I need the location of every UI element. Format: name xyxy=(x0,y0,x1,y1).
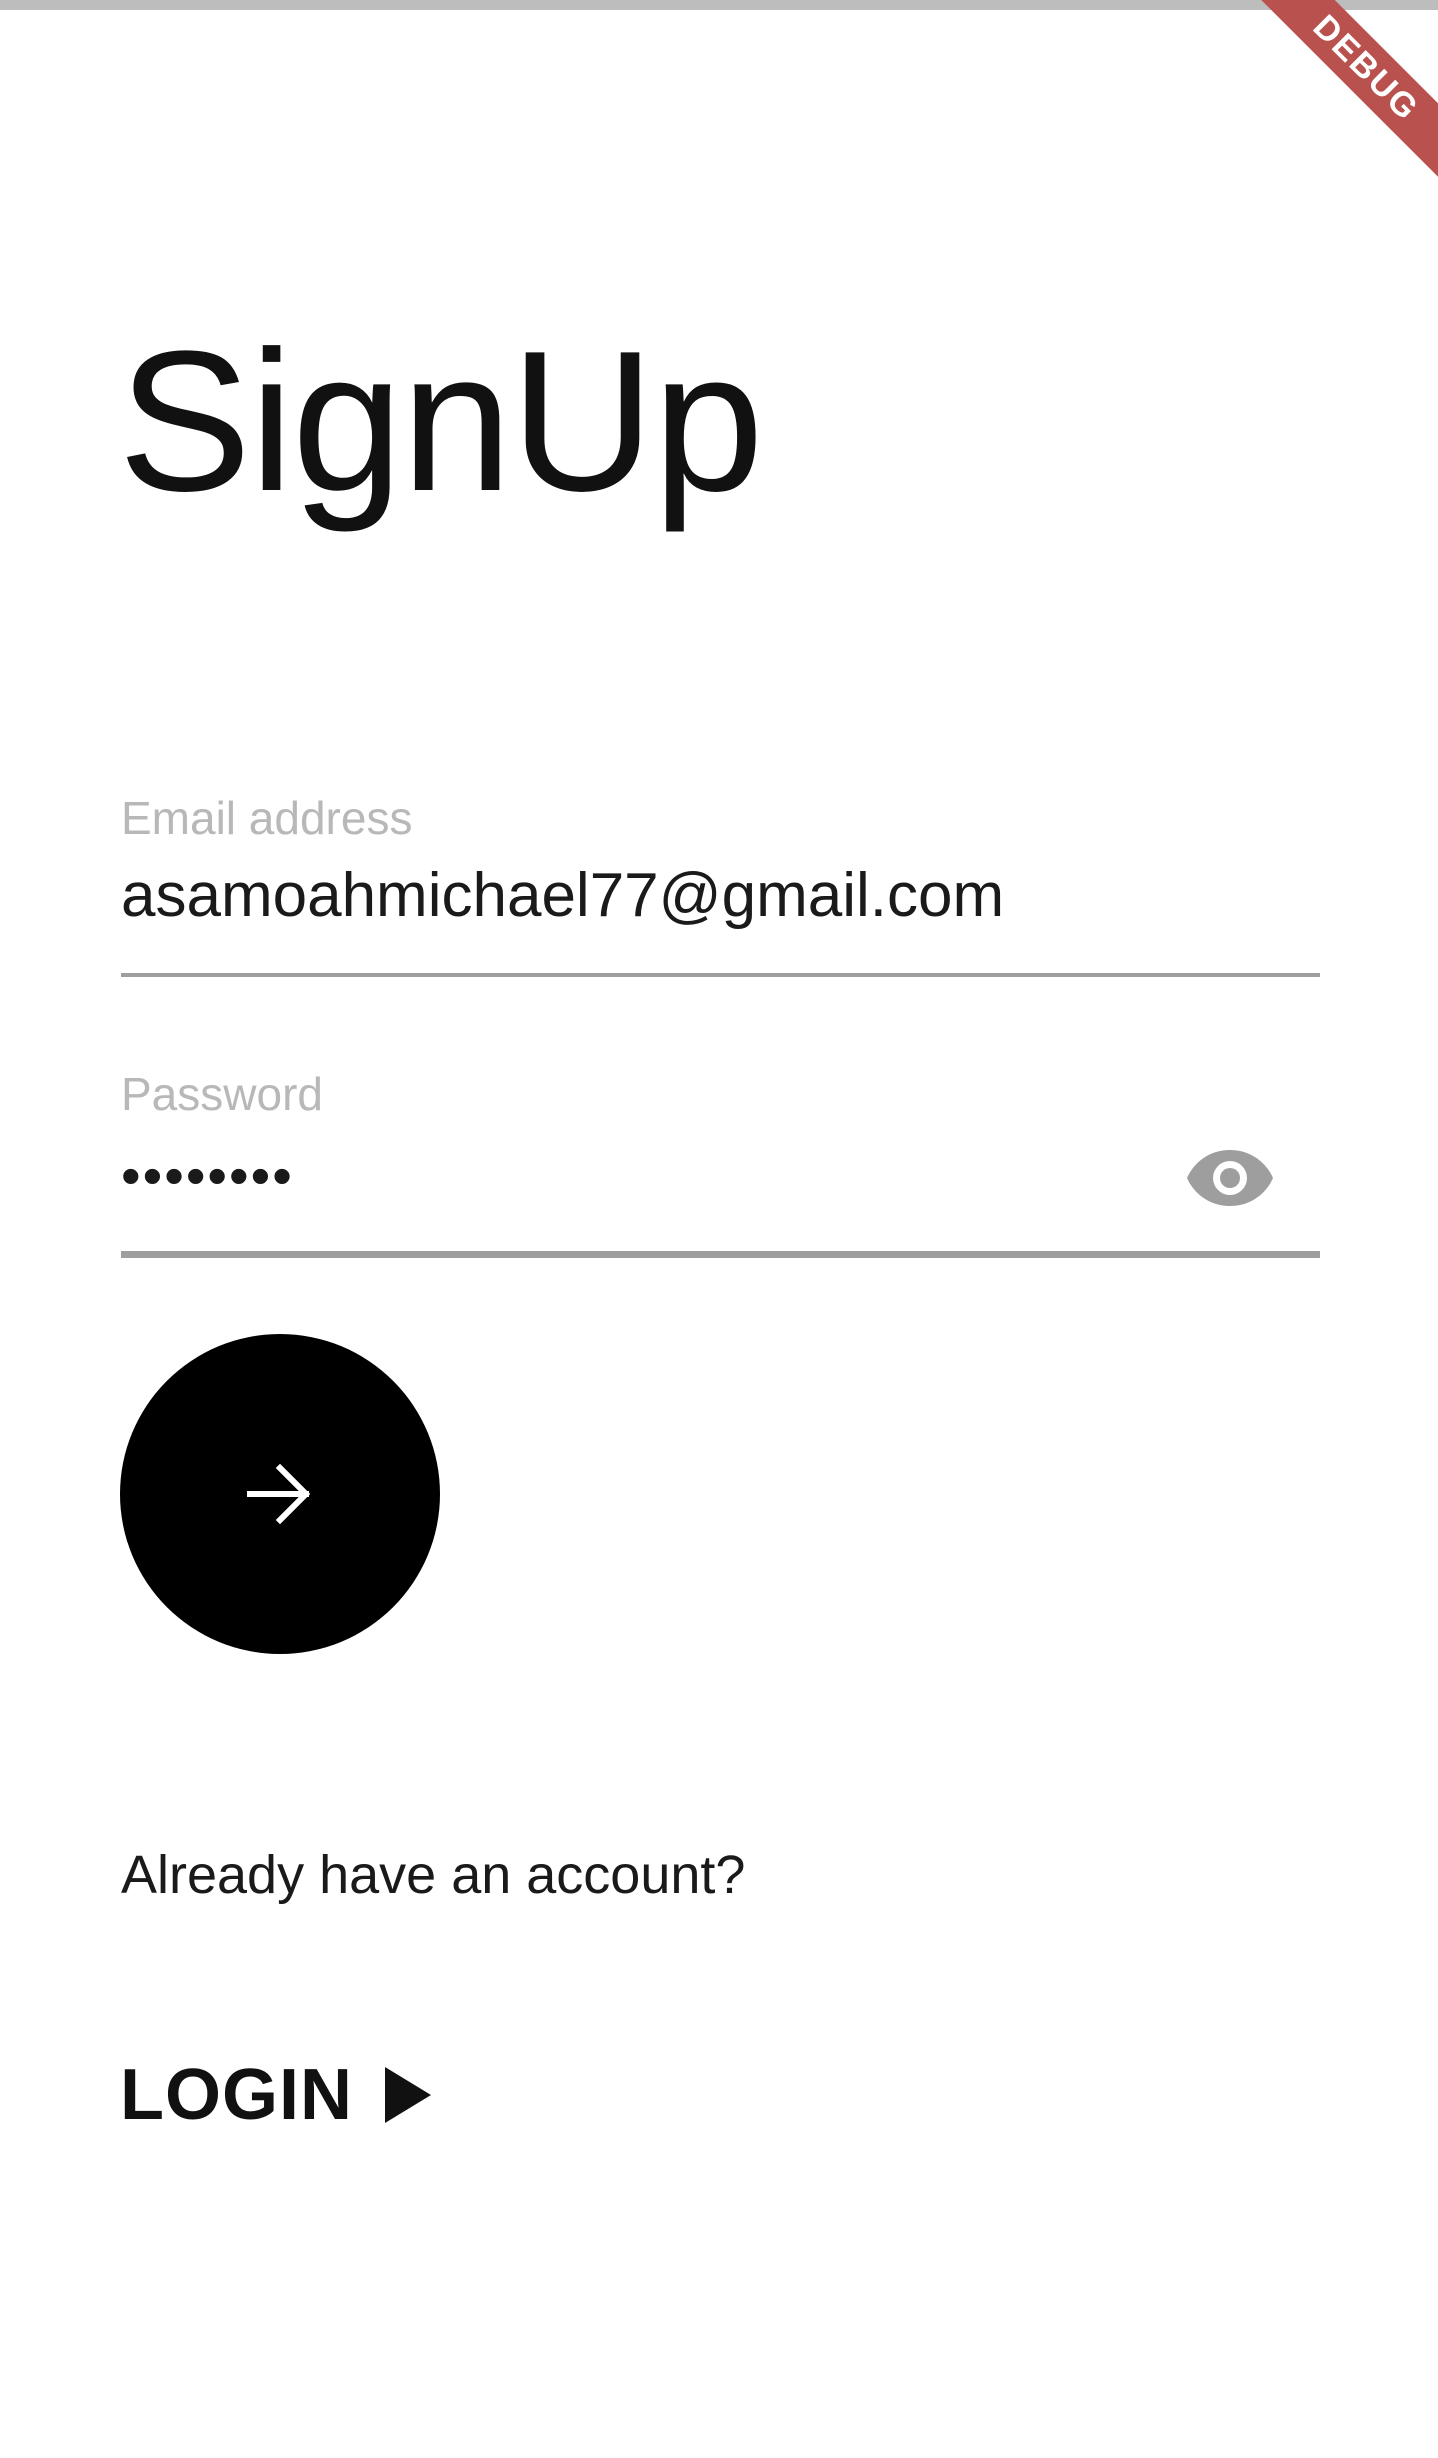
account-prompt: Already have an account? xyxy=(121,1845,746,1905)
email-label: Email address xyxy=(121,792,413,844)
arrow-right-icon xyxy=(247,1463,311,1525)
debug-banner: DEBUG xyxy=(1198,0,1438,240)
password-field[interactable]: Password •••••••• xyxy=(121,1064,1320,1258)
password-input[interactable]: •••••••• xyxy=(121,1136,294,1216)
debug-ribbon-label: DEBUG xyxy=(1241,0,1438,193)
submit-button[interactable] xyxy=(120,1334,440,1654)
play-triangle-icon xyxy=(385,2067,431,2123)
login-button[interactable]: LOGIN xyxy=(120,2050,431,2140)
page-title: SignUp xyxy=(118,310,764,533)
login-label: LOGIN xyxy=(120,2055,353,2135)
eye-icon[interactable] xyxy=(1186,1146,1274,1210)
password-label: Password xyxy=(121,1068,323,1120)
password-underline xyxy=(121,1251,1320,1258)
email-field[interactable]: Email address asamoahmichael77@gmail.com xyxy=(121,788,1320,980)
email-underline xyxy=(121,973,1320,977)
email-input[interactable]: asamoahmichael77@gmail.com xyxy=(121,856,1004,936)
eye-icon-graphic xyxy=(1187,1150,1273,1206)
signup-screen: DEBUG SignUp Email address asamoahmichae… xyxy=(0,0,1438,2458)
